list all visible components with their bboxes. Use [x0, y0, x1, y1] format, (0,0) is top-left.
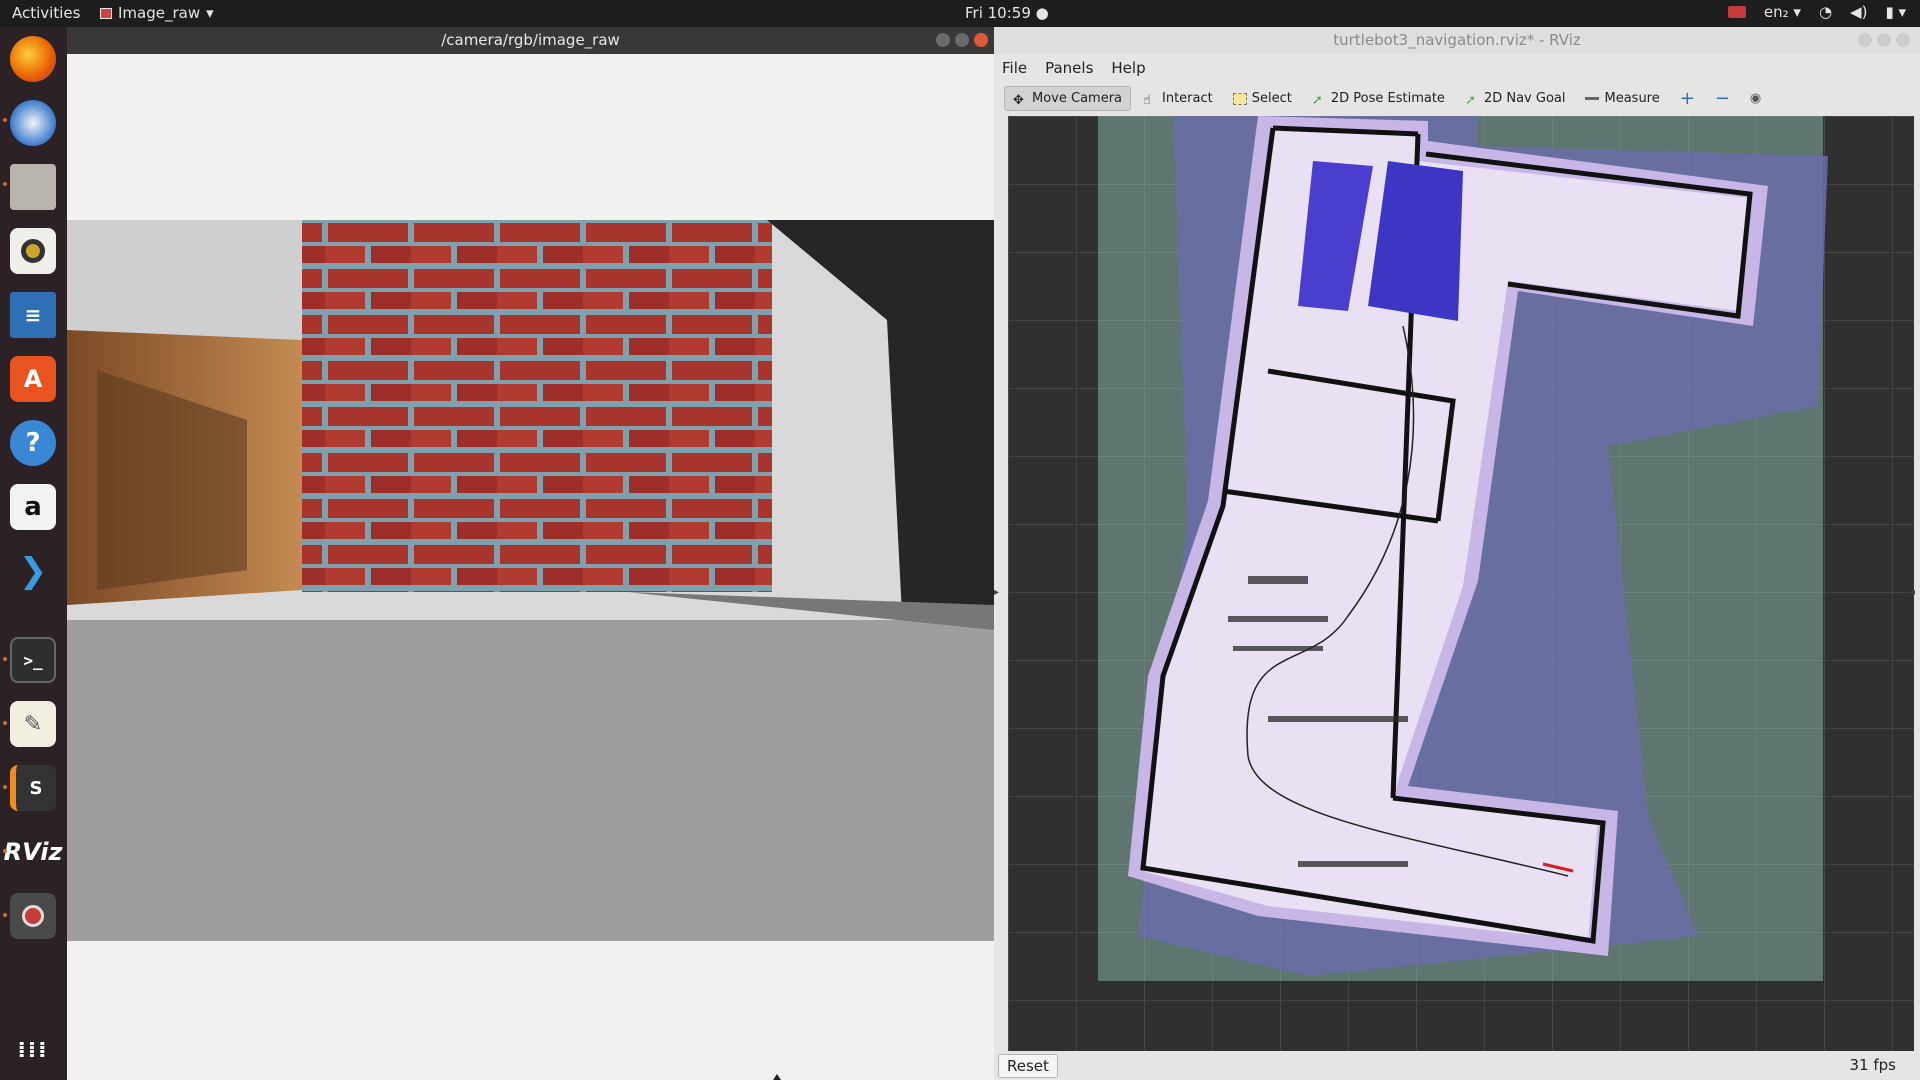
running-indicator [3, 721, 7, 725]
chevron-down-icon: ▾ [206, 4, 214, 22]
files-icon[interactable] [10, 164, 56, 210]
recording-icon[interactable] [1727, 6, 1746, 18]
maximize-button[interactable] [1877, 33, 1891, 47]
vscode-icon[interactable]: ❯ [10, 548, 56, 594]
show-apps-icon[interactable]: ⁞⁞⁞ [10, 1027, 56, 1073]
battery-icon[interactable]: ▮ ▾ [1885, 3, 1906, 21]
eye-icon: ◉ [1749, 91, 1762, 106]
camera-image [67, 220, 994, 941]
running-indicator [3, 657, 7, 661]
green-arrow-icon: ➚ [1311, 92, 1323, 108]
mouse-cursor [773, 1074, 781, 1080]
tool-bar: ✥ Move Camera ☝ Interact Select ➚ 2D Pose E… [994, 81, 1920, 116]
window-icon [100, 7, 112, 19]
reset-button[interactable]: Reset [998, 1054, 1058, 1078]
image-viewer-window: /camera/rgb/image_raw [67, 27, 994, 1080]
move-icon: ✥ [1013, 92, 1024, 108]
left-panel-collapse-handle[interactable]: ▸ [994, 587, 1004, 607]
right-panel-collapse-handle[interactable]: ◂ [1910, 587, 1920, 607]
amazon-icon[interactable]: a [10, 484, 56, 530]
navigation-map [1008, 116, 1914, 1051]
running-indicator [3, 118, 7, 122]
window-titlebar[interactable]: /camera/rgb/image_raw [67, 27, 994, 54]
window-title: turtlebot3_navigation.rviz* - RViz [1333, 31, 1581, 49]
rhythmbox-icon[interactable] [10, 228, 56, 274]
tool-label: Move Camera [1032, 91, 1123, 106]
dock: ≡ A ? a ❯ >_ ✎ S RViz ⁞⁞⁞ [0, 27, 67, 1080]
rviz-icon[interactable]: RViz [4, 829, 63, 875]
tool-label: 2D Pose Estimate [1330, 91, 1445, 106]
view-options-button[interactable]: ◉ [1742, 87, 1769, 110]
terminal-icon[interactable]: >_ [10, 637, 56, 683]
maximize-button[interactable] [955, 33, 969, 47]
notification-dot-icon: ● [1035, 4, 1049, 22]
minimize-button[interactable] [1858, 33, 1872, 47]
close-button[interactable] [974, 33, 988, 47]
move-camera-tool[interactable]: ✥ Move Camera [1004, 86, 1132, 111]
close-button[interactable] [1896, 33, 1910, 47]
writer-icon[interactable]: ≡ [10, 292, 56, 338]
help-icon[interactable]: ? [10, 420, 56, 466]
tool-label: Measure [1604, 91, 1660, 106]
select-tool[interactable]: Select [1225, 87, 1300, 110]
interact-tool[interactable]: ☝ Interact [1135, 87, 1221, 110]
recorder-icon[interactable] [10, 893, 56, 939]
language-selector[interactable]: en₂ ▾ [1764, 3, 1801, 21]
top-bar: Activities Image_raw ▾ Fri 10:59 ● en₂ ▾… [0, 0, 1920, 27]
app-menu-label: Image_raw [118, 4, 201, 22]
map-viewport[interactable] [1008, 116, 1914, 1051]
wifi-icon[interactable]: ◔ [1819, 3, 1832, 21]
activities-button[interactable]: Activities [12, 4, 80, 22]
software-icon[interactable]: A [10, 356, 56, 402]
rviz-window: turtlebot3_navigation.rviz* - RViz File … [994, 27, 1920, 1080]
measure-tool[interactable]: Measure [1577, 87, 1667, 110]
tool-label: Interact [1162, 91, 1213, 106]
camera-scene [67, 220, 994, 941]
sublime-icon[interactable]: S [10, 765, 56, 811]
volume-icon[interactable]: ◀) [1850, 3, 1867, 21]
plus-icon: + [1679, 88, 1695, 109]
add-tool-button[interactable]: + [1672, 84, 1703, 113]
window-titlebar[interactable]: turtlebot3_navigation.rviz* - RViz [994, 27, 1920, 54]
remove-tool-button[interactable]: − [1707, 84, 1738, 113]
select-icon [1232, 92, 1247, 105]
minus-icon: − [1714, 88, 1730, 109]
ruler-icon [1585, 97, 1600, 100]
green-arrow-icon: ➚ [1464, 92, 1476, 108]
fps-counter: 31 fps [1849, 1056, 1896, 1074]
window-title: /camera/rgb/image_raw [441, 31, 620, 49]
firefox-icon[interactable] [10, 36, 56, 82]
hand-icon: ☝ [1143, 92, 1151, 108]
menu-panels[interactable]: Panels [1045, 59, 1093, 77]
nav-goal-tool[interactable]: ➚ 2D Nav Goal [1457, 87, 1574, 110]
system-tray: en₂ ▾ ◔ ◀) ▮ ▾ [1727, 3, 1906, 21]
status-bar: Reset 31 fps [994, 1051, 1920, 1080]
tool-label: Select [1251, 91, 1292, 106]
menu-bar: File Panels Help [994, 54, 1920, 81]
menu-help[interactable]: Help [1111, 59, 1145, 77]
pose-estimate-tool[interactable]: ➚ 2D Pose Estimate [1304, 87, 1453, 110]
clock-text: Fri 10:59 [965, 4, 1031, 22]
clock[interactable]: Fri 10:59 ● [965, 4, 1049, 22]
running-indicator [3, 849, 7, 853]
running-indicator [3, 785, 7, 789]
app-menu[interactable]: Image_raw ▾ [100, 4, 214, 22]
running-indicator [3, 182, 7, 186]
text-editor-icon[interactable]: ✎ [10, 701, 56, 747]
language-text: en₂ [1763, 3, 1789, 21]
tool-label: 2D Nav Goal [1483, 91, 1566, 106]
minimize-button[interactable] [936, 33, 950, 47]
running-indicator [3, 913, 7, 917]
thunderbird-icon[interactable] [10, 100, 56, 146]
menu-file[interactable]: File [1002, 59, 1027, 77]
